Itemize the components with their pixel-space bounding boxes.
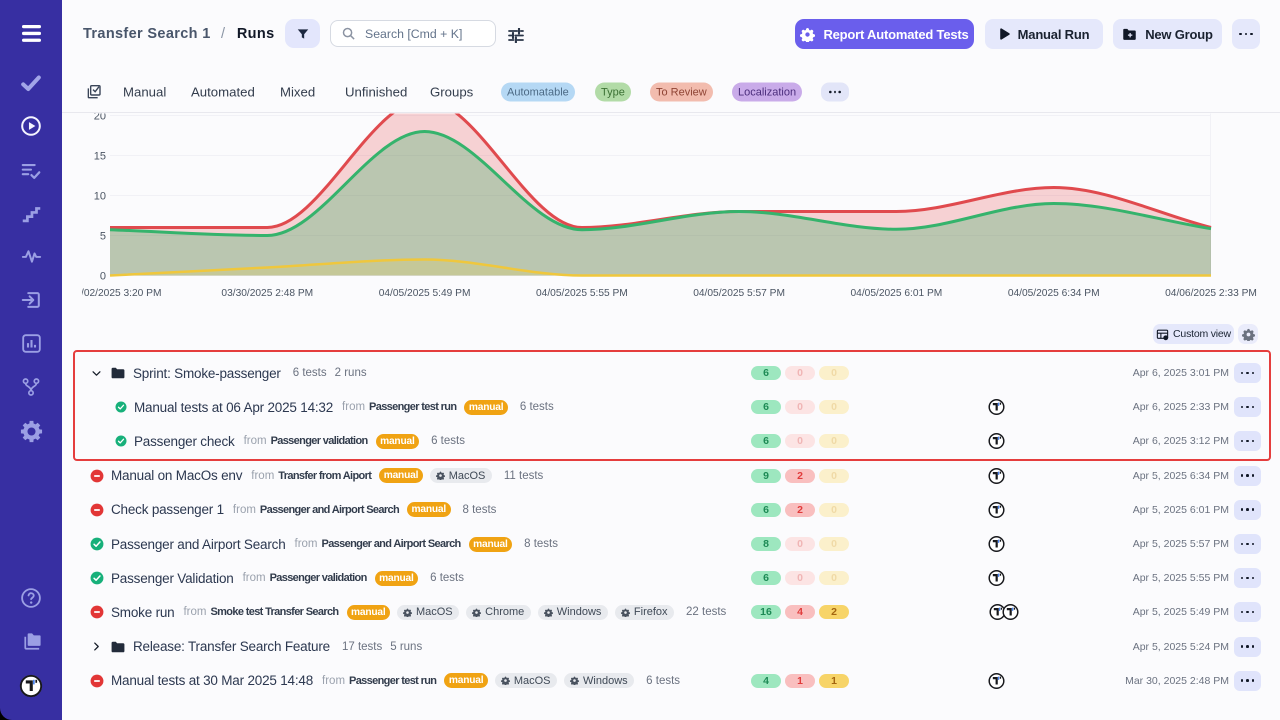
- svg-text:0: 0: [100, 271, 106, 283]
- svg-text:10: 10: [94, 191, 106, 203]
- svg-text:04/05/2025 5:49 PM: 04/05/2025 5:49 PM: [379, 288, 471, 299]
- svg-text:04/06/2025 2:33 PM: 04/06/2025 2:33 PM: [1165, 288, 1257, 299]
- svg-text:04/05/2025 6:34 PM: 04/05/2025 6:34 PM: [1008, 288, 1100, 299]
- svg-text:04/05/2025 5:55 PM: 04/05/2025 5:55 PM: [536, 288, 628, 299]
- svg-text:5: 5: [100, 231, 106, 243]
- svg-text:04/05/2025 6:01 PM: 04/05/2025 6:01 PM: [851, 288, 943, 299]
- svg-text:15: 15: [94, 151, 106, 163]
- svg-text:03/30/2025 2:48 PM: 03/30/2025 2:48 PM: [221, 288, 313, 299]
- svg-text:/02/2025 3:20 PM: /02/2025 3:20 PM: [82, 288, 161, 299]
- svg-text:04/05/2025 5:57 PM: 04/05/2025 5:57 PM: [693, 288, 785, 299]
